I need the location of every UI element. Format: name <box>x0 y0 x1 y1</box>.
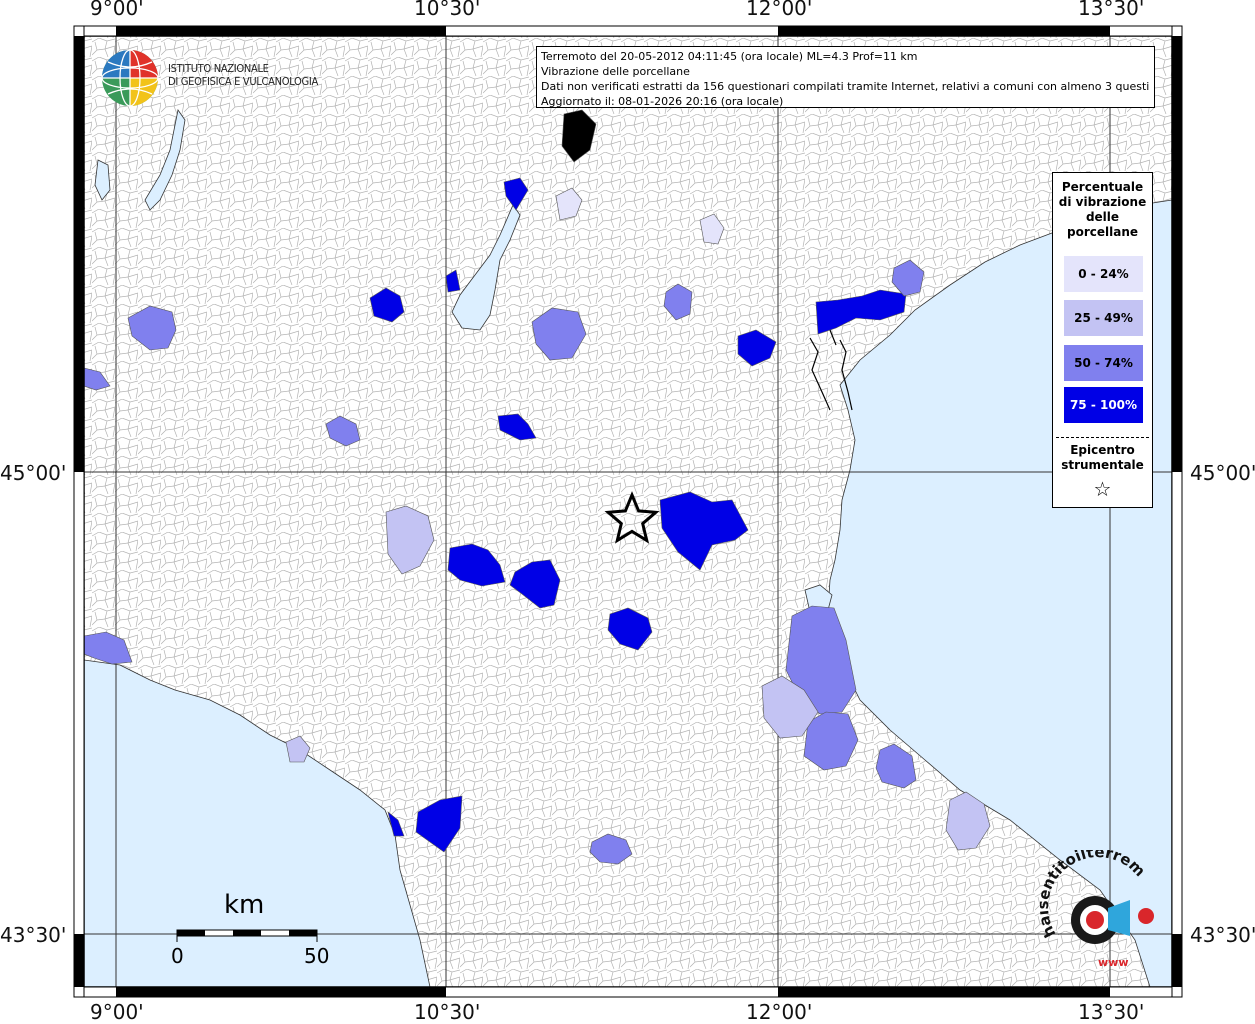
lon-label-top-2: 10°30' <box>414 0 481 20</box>
event-info-box: Terremoto del 20-05-2012 04:11:45 (ora l… <box>536 46 1155 108</box>
event-info-line: Terremoto del 20-05-2012 04:11:45 (ora l… <box>541 50 918 63</box>
event-info-line: Dati non verificati estratti da 156 ques… <box>541 80 1150 93</box>
lon-label-top-3: 12°00' <box>746 0 813 20</box>
ingv-logo-text: ISTITUTO NAZIONALE DI GEOFISICA E VULCAN… <box>168 62 318 88</box>
hai-sentito-il-terremoto-badge: haisentitoilterremoto.it www <box>1040 850 1154 969</box>
legend-class-75-100: 75 - 100% <box>1064 387 1143 423</box>
lon-label-bottom-3: 12°00' <box>746 1000 813 1024</box>
star-icon: ☆ <box>1093 477 1112 501</box>
lon-label-bottom-1: 9°00' <box>90 1000 144 1024</box>
lon-label-bottom-4: 13°30' <box>1078 1000 1145 1024</box>
legend-class-50-74: 50 - 74% <box>1064 345 1143 381</box>
lon-label-bottom-2: 10°30' <box>414 1000 481 1024</box>
lon-label-top-4: 13°30' <box>1078 0 1145 20</box>
lat-label-right-1: 45°00' <box>1190 461 1255 485</box>
lon-label-top-1: 9°00' <box>90 0 144 20</box>
legend-epicenter-label: Epicentro strumentale <box>1061 443 1144 472</box>
legend-class-0-24: 0 - 24% <box>1064 256 1143 292</box>
scale-start: 0 <box>171 944 184 968</box>
legend-title: Percentuale di vibrazione delle porcella… <box>1058 180 1147 239</box>
scale-bar: km 0 50 <box>168 890 338 970</box>
legend-separator <box>1056 437 1149 438</box>
event-info-line: Aggiornato il: 08-01-2026 20:16 (ora loc… <box>541 95 784 108</box>
ingv-logo: ISTITUTO NAZIONALE DI GEOFISICA E VULCAN… <box>100 48 320 108</box>
globe-icon <box>101 49 159 107</box>
legend: Percentuale di vibrazione delle porcella… <box>1052 172 1153 508</box>
lat-label-left-1: 45°00' <box>0 461 67 485</box>
scale-end: 50 <box>304 944 330 968</box>
event-info-line: Vibrazione delle porcellane <box>541 65 690 78</box>
lat-label-right-2: 43°30' <box>1190 923 1255 947</box>
legend-class-25-49: 25 - 49% <box>1064 300 1143 336</box>
lat-label-left-2: 43°30' <box>0 923 67 947</box>
badge-sub: www <box>1098 956 1129 969</box>
scale-unit: km <box>224 890 265 920</box>
